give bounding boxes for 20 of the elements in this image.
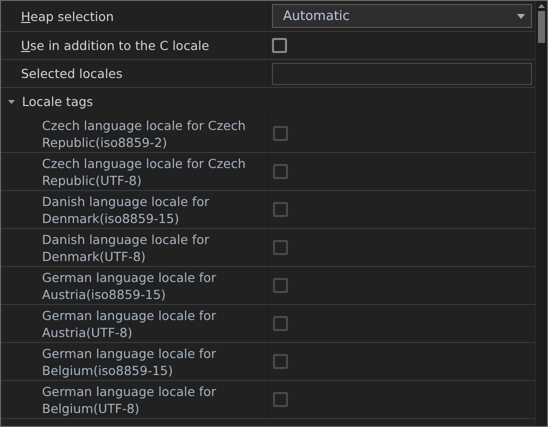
locale-label: German language locale for Belgium(iso8859-15)	[42, 344, 218, 378]
scrollbar[interactable]	[535, 1, 547, 426]
checkbox[interactable]	[272, 38, 287, 53]
property-label: Use in addition to the C locale	[21, 38, 210, 53]
property-label: Selected locales	[21, 66, 122, 81]
section-label: Locale tags	[22, 94, 94, 109]
heap-dropdown[interactable]: Automatic	[272, 4, 532, 28]
locale-label: Czech language locale for Czech Republic(UTF-8)	[42, 154, 247, 188]
expanded-triangle-icon[interactable]	[7, 97, 16, 106]
locale-label: Danish language locale for Denmark(iso8859-15)	[42, 192, 210, 226]
scroll-up-icon[interactable]	[538, 4, 545, 8]
caret-icon	[517, 14, 525, 18]
locale-label: German language locale for Austria(iso8859-15)	[42, 268, 218, 302]
locale-label: Czech language locale for Czech Republic(iso8859-2)	[42, 116, 247, 150]
property-label: Heap selection	[21, 8, 114, 24]
locale-label: German language locale for Belgium(UTF-8)	[42, 382, 218, 416]
scrollbar-thumb[interactable]	[538, 11, 545, 43]
input-field[interactable]	[272, 62, 532, 84]
locale-label: German language locale for Austria(UTF-8)	[42, 306, 218, 340]
locale-label: Danish language locale for Denmark(UTF-8)	[42, 230, 210, 264]
